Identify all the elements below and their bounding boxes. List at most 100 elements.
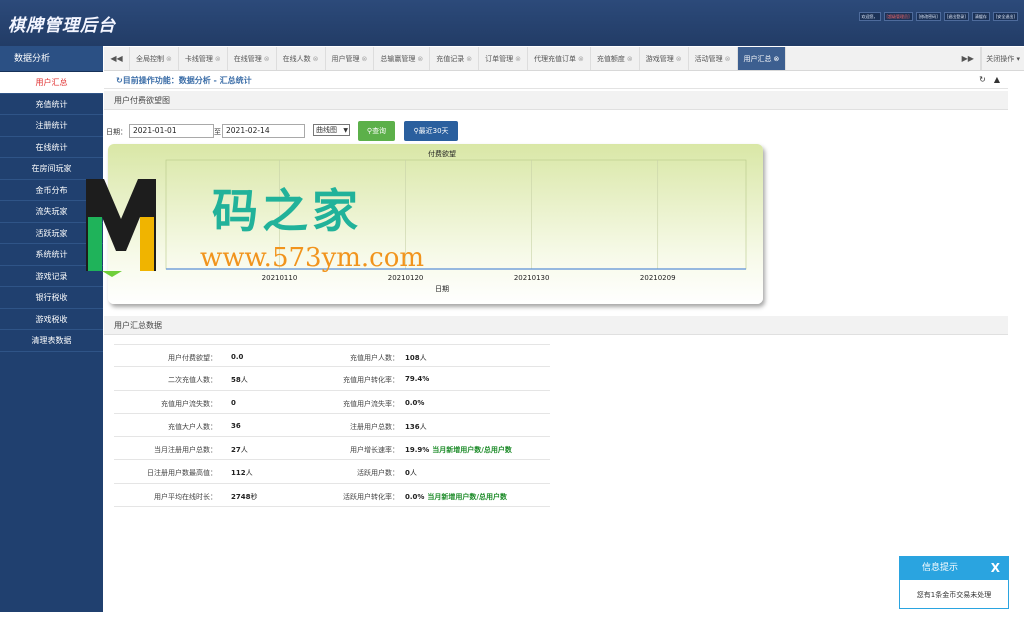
- main-content: ↻目前操作功能：数据分析 - 汇总统计 ↻ ▲ 用户付费欲望图 日期： 2021…: [104, 72, 1010, 508]
- x-axis-label: 日期: [435, 285, 449, 293]
- chevron-down-icon: ▾: [1016, 55, 1020, 63]
- recent-30-days-button[interactable]: ⚲最近30天: [404, 121, 458, 141]
- row-value: 79.4%: [405, 375, 429, 383]
- end-date-input[interactable]: 2021-02-14: [222, 124, 305, 138]
- breadcrumb-text: ↻目前操作功能：数据分析 - 汇总统计: [116, 75, 252, 86]
- tab-game-manage[interactable]: 游戏管理 ⊗: [640, 47, 689, 70]
- sidebar-item-clean-tables[interactable]: 清理表数据: [0, 330, 103, 352]
- formula-note: 当月新增用户数/总用户数: [432, 446, 512, 455]
- row-value: 0人: [405, 468, 417, 478]
- sidebar-title[interactable]: 数据分析: [0, 46, 103, 72]
- tab-online-manage[interactable]: 在线管理 ⊗: [228, 47, 277, 70]
- tab-order-manage[interactable]: 订单管理 ⊗: [479, 47, 528, 70]
- tab-recharge-records[interactable]: 充值记录 ⊗: [430, 47, 480, 70]
- tab-user-manage[interactable]: 用户管理 ⊗: [326, 47, 375, 70]
- tab-label: 用户汇总: [743, 55, 772, 63]
- circle-x-icon[interactable]: ⊗: [676, 55, 682, 63]
- row-value: 112人: [231, 468, 253, 478]
- chart-section-title: 用户付费欲望图: [104, 91, 1008, 110]
- welcome-text: 欢迎您，: [858, 12, 881, 21]
- value-number: 2748: [231, 492, 251, 501]
- chart-type-select[interactable]: 曲线图 ▼: [313, 124, 350, 136]
- close-operations-label: 关闭操作: [986, 55, 1015, 63]
- start-date-input[interactable]: 2021-01-01: [129, 124, 214, 138]
- sidebar-item-bank-tax[interactable]: 银行税收: [0, 287, 103, 309]
- row-value: 0.0% 当月新增用户数/总用户数: [405, 492, 507, 502]
- circle-x-icon[interactable]: ⊗: [515, 55, 521, 63]
- value-unit: 人: [419, 354, 427, 362]
- sidebar-item-active-players[interactable]: 活跃玩家: [0, 222, 103, 244]
- table-row: 用户平均在线时长： 2748秒 活跃用户转化率： 0.0% 当月新增用户数/总用户…: [114, 484, 550, 508]
- query-button[interactable]: ⚲查询: [358, 121, 395, 141]
- tab-label: 卡线管理: [184, 55, 213, 63]
- double-left-icon[interactable]: ◀◀: [104, 47, 130, 70]
- sidebar-item-room-players[interactable]: 在房间玩家: [0, 158, 103, 180]
- tab-win-loss[interactable]: 总输赢管理 ⊗: [374, 47, 431, 70]
- circle-x-icon[interactable]: ⊗: [627, 55, 633, 63]
- recent-button-label: 最近30天: [418, 127, 449, 135]
- safe-exit-link[interactable]: [安全退出]: [992, 12, 1018, 21]
- tab-recharge-limit[interactable]: 充值额度 ⊗: [591, 47, 640, 70]
- row-label: 活跃用户转化率：: [343, 492, 399, 501]
- circle-x-icon[interactable]: ⊗: [578, 55, 584, 63]
- circle-x-icon[interactable]: ⊗: [466, 55, 472, 63]
- sidebar-item-recharge-stats[interactable]: 充值统计: [0, 93, 103, 115]
- sidebar-item-game-records[interactable]: 游戏记录: [0, 265, 103, 287]
- circle-x-icon[interactable]: ⊗: [774, 55, 780, 63]
- collapse-icon[interactable]: ▲: [994, 75, 1000, 84]
- to-label: 至: [214, 128, 221, 136]
- tab-global-control[interactable]: 全局控制 ⊗: [130, 47, 179, 70]
- refresh-icon: ↻: [116, 76, 123, 85]
- header-links: 欢迎您， [超级管理员] [修改密码] [退出登录] 清缓存 [安全退出]: [858, 12, 1018, 21]
- role-label: [超级管理员]: [883, 12, 913, 21]
- formula-note: 当月新增用户数/总用户数: [427, 492, 507, 501]
- plot-area: [165, 159, 747, 270]
- chart-title: 付费欲望: [428, 149, 456, 158]
- sidebar-item-user-summary[interactable]: 用户汇总: [0, 72, 109, 94]
- circle-x-icon[interactable]: ⊗: [725, 55, 731, 63]
- row-value: 36: [231, 422, 241, 430]
- date-filter: 日期： 2021-01-01 至 2021-02-14 曲线图 ▼ ⚲查询 ⚲最近…: [104, 121, 704, 143]
- reload-icon[interactable]: ↻: [979, 75, 986, 84]
- sidebar-item-lost-players[interactable]: 流失玩家: [0, 201, 103, 223]
- sidebar-item-system-stats[interactable]: 系统统计: [0, 244, 103, 266]
- tab-card-line[interactable]: 卡线管理 ⊗: [179, 47, 228, 70]
- tab-online-count[interactable]: 在线人数 ⊗: [277, 47, 326, 70]
- close-icon[interactable]: X: [991, 557, 1000, 580]
- tab-activity-manage[interactable]: 活动管理 ⊗: [689, 47, 738, 70]
- circle-x-icon[interactable]: ⊗: [166, 55, 172, 63]
- row-value: 58人: [231, 375, 248, 385]
- value-number: 19.9%: [405, 446, 430, 455]
- circle-x-icon[interactable]: ⊗: [417, 55, 423, 63]
- circle-x-icon[interactable]: ⊗: [215, 55, 221, 63]
- logout-link[interactable]: [退出登录]: [943, 12, 969, 21]
- tab-agent-orders[interactable]: 代理充值订单 ⊗: [528, 47, 591, 70]
- circle-x-icon[interactable]: ⊗: [264, 55, 270, 63]
- tab-user-summary[interactable]: 用户汇总 ⊗: [737, 47, 787, 70]
- circle-x-icon[interactable]: ⊗: [362, 55, 368, 63]
- summary-table: 用户付费欲望： 0.0 充值用户人数： 108人 二次充值人数： 58人 充值用…: [114, 344, 550, 508]
- sidebar: 数据分析 用户汇总 充值统计 注册统计 在线统计 在房间玩家 金币分布 流失玩家…: [0, 46, 109, 612]
- value-number: 0.0: [231, 353, 244, 361]
- row-value: 108人: [405, 353, 427, 363]
- double-right-icon[interactable]: ▶▶: [955, 47, 982, 70]
- value-number: 27: [231, 446, 241, 455]
- value-number: 0.0%: [405, 398, 425, 407]
- sidebar-item-game-tax[interactable]: 游戏税收: [0, 308, 103, 330]
- row-value: 19.9% 当月新增用户数/总用户数: [405, 445, 512, 455]
- row-label: 用户付费欲望：: [168, 354, 217, 362]
- tab-label: 用户管理: [331, 55, 360, 63]
- clear-cache-link[interactable]: 清缓存: [971, 12, 990, 21]
- sidebar-item-gold-distribution[interactable]: 金币分布: [0, 179, 103, 201]
- notification-header: 信息提示 X: [900, 557, 1008, 580]
- tab-label: 充值额度: [596, 55, 625, 63]
- sidebar-item-register-stats[interactable]: 注册统计: [0, 115, 103, 137]
- sidebar-item-online-stats[interactable]: 在线统计: [0, 136, 103, 158]
- tab-bar: ◀◀ 全局控制 ⊗ 卡线管理 ⊗ 在线管理 ⊗ 在线人数 ⊗ 用户管理 ⊗ 总输赢管理 ⊗ …: [104, 47, 1024, 71]
- circle-x-icon[interactable]: ⊗: [313, 55, 319, 63]
- close-operations-menu[interactable]: 关闭操作 ▾: [981, 47, 1024, 70]
- row-label: 充值用户流失数：: [161, 399, 217, 408]
- change-password-link[interactable]: [修改密码]: [915, 12, 941, 21]
- notification-message[interactable]: 您有1条金币交易未处理: [900, 580, 1008, 600]
- table-row: 二次充值人数： 58人 充值用户转化率： 79.4%: [114, 367, 550, 391]
